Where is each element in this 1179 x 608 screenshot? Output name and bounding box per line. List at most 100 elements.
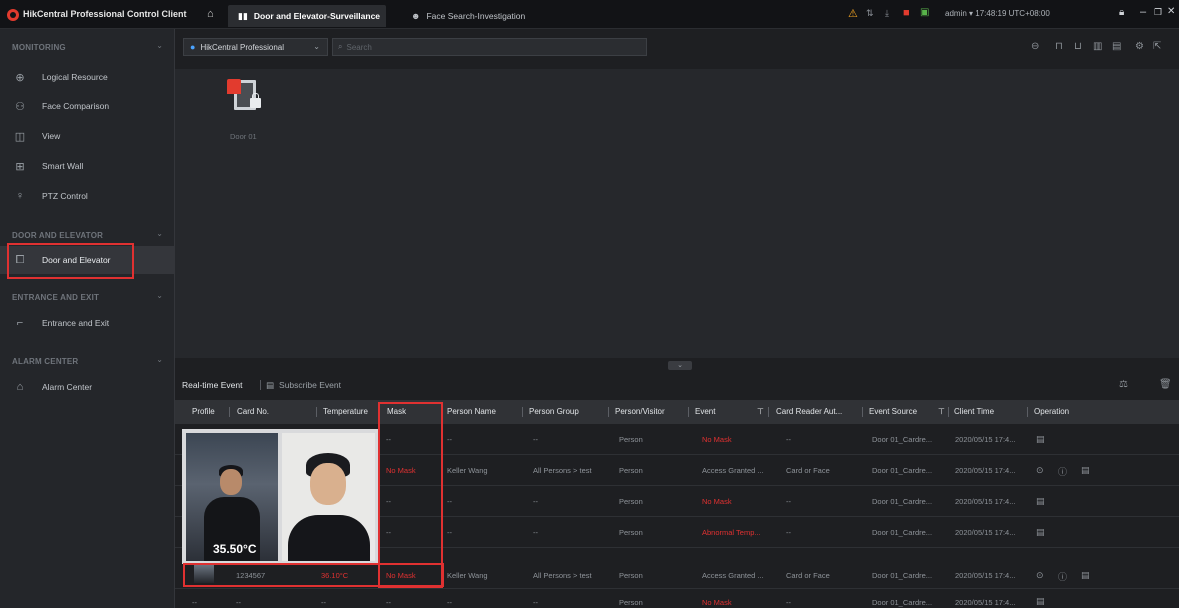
info-icon[interactable]: ⓘ [1058,465,1067,478]
cell-card-reader: -- [786,435,791,444]
tab-face-search-investigation[interactable]: ☻ Face Search-Investigation [401,5,531,27]
search-placeholder: Search [346,42,372,52]
cell-profile: -- [192,598,197,607]
chevron-down-icon: ⌄ [313,42,320,51]
col-event-source: Event Source [869,407,918,416]
view-details-icon[interactable]: ▤ [1081,570,1090,581]
col-separator [768,407,769,417]
barrier-icon: ⌐ [16,317,24,329]
filter-icon[interactable]: ⊤ [938,407,945,416]
cell-event-source: Door 01_Cardre... [872,598,933,607]
col-separator [862,407,863,417]
play-icon[interactable]: ⊙ [1036,570,1044,581]
col-separator [608,407,609,417]
section-alarm-center[interactable]: ALARM CENTER ⌄ [0,351,175,373]
alarm-icon[interactable]: ■ [903,7,910,19]
restore-icon[interactable]: ❐ [1154,7,1162,18]
close-icon[interactable]: ✕ [1167,6,1175,17]
ptz-icon: ♀ [15,190,25,202]
settings-icon[interactable]: ⚙ [1135,41,1144,52]
section-label: ALARM CENTER [12,357,79,366]
sidebar-item-view[interactable]: ◫ View [0,122,175,150]
search-input[interactable]: ⌕ Search [332,38,647,56]
globe-icon: ⊕ [15,71,25,84]
warning-icon[interactable]: ⚠ [848,7,858,20]
collapse-toggle[interactable]: ⌄ [668,361,692,370]
cell-event-source: Door 01_Cardre... [872,571,933,580]
sidebar-item-face-comparison[interactable]: ⚇ Face Comparison [0,92,175,120]
view-details-icon[interactable]: ▤ [1036,527,1045,538]
cell-person-group: -- [533,497,538,506]
cell-person-name: -- [447,528,452,537]
lock-icon[interactable]: 🔒︎ [1119,7,1124,18]
view-details-icon[interactable]: ▤ [1036,434,1045,445]
profile-picture [282,433,375,561]
cell-card-reader: -- [786,528,791,537]
zoom-icon[interactable]: ⊖ [1031,41,1039,52]
door-label: Door 01 [230,132,257,141]
sidebar-item-smart-wall[interactable]: ⊞ Smart Wall [0,152,175,180]
unlock-icon[interactable]: ⊓ [1055,41,1063,52]
search-icon: ⌕ [338,42,343,51]
cell-temperature: -- [321,598,326,607]
cell-event-source: Door 01_Cardre... [872,528,933,537]
sidebar: MONITORING ⌄ ⊕ Logical Resource ⚇ Face C… [0,29,175,608]
sidebar-item-label: Entrance and Exit [42,318,110,328]
cell-person-visitor: Person [619,571,643,580]
cell-card-reader: Card or Face [786,571,830,580]
section-entrance-and-exit[interactable]: ENTRANCE AND EXIT ⌄ [0,287,175,309]
filter-settings-icon[interactable]: ⚖ [1119,379,1128,390]
highlight-box-door-elevator [7,243,134,279]
view-details-icon[interactable]: ▤ [1081,465,1090,476]
remain-closed-icon[interactable]: ▤ [1112,41,1121,52]
col-event: Event [695,407,716,416]
play-icon[interactable]: ⊙ [1036,465,1044,476]
lock-icon [250,93,261,108]
section-monitoring[interactable]: MONITORING ⌄ [0,37,175,59]
sidebar-item-alarm-center[interactable]: ⌂ Alarm Center [0,373,175,401]
image-icon[interactable]: ▣ [920,7,929,18]
sidebar-item-entrance-and-exit[interactable]: ⌐ Entrance and Exit [0,309,175,337]
filter-icon[interactable]: ⊤ [757,407,764,416]
sidebar-item-label: PTZ Control [42,191,88,201]
cell-event: No Mask [702,598,732,607]
cell-person-name: -- [447,598,452,607]
download-icon[interactable]: ⤓ [885,8,889,19]
col-separator [229,407,230,417]
view-details-icon[interactable]: ▤ [1036,496,1045,507]
info-icon[interactable]: ⓘ [1058,570,1067,583]
home-icon[interactable]: ⌂ [207,8,214,20]
cell-event: Abnormal Temp... [702,528,761,537]
lock-icon[interactable]: ⊔ [1074,41,1082,52]
remain-open-icon[interactable]: ▥ [1093,41,1102,52]
view-details-icon[interactable]: ▤ [1036,596,1045,607]
sync-icon[interactable]: ⇅ [866,8,874,19]
tab-realtime-event[interactable]: Real-time Event [182,380,242,390]
cell-card-no: -- [236,598,241,607]
tab-door-elevator-surveillance[interactable]: ▮▮ Door and Elevator-Surveillance [228,5,386,27]
chevron-down-icon: ⌄ [156,41,163,50]
highlight-box-mask-column [378,402,443,588]
cell-person-group: -- [533,435,538,444]
event-tabs-bar: Real-time Event ▤ Subscribe Event ⚖ 🗑︎ [175,370,1179,400]
sidebar-item-label: Alarm Center [42,382,93,392]
panel-splitter: ⌄ [175,358,1179,370]
col-card-no: Card No. [237,407,270,416]
cell-person-visitor: Person [619,435,643,444]
col-person-name: Person Name [447,407,496,416]
minimize-icon[interactable]: – [1140,6,1146,18]
delete-icon[interactable]: 🗑︎ [1159,379,1172,390]
export-icon[interactable]: ⇱ [1153,41,1161,52]
table-row[interactable]: -- -- -- -- -- -- Person No Mask -- Door… [175,589,1179,608]
sidebar-item-ptz-control[interactable]: ♀ PTZ Control [0,182,175,210]
cell-client-time: 2020/05/15 17:4... [955,435,1016,444]
cell-person-visitor: Person [619,466,643,475]
sidebar-item-label: Logical Resource [42,72,108,82]
tab-subscribe-event[interactable]: ▤ Subscribe Event [266,380,341,391]
site-select[interactable]: ● HikCentral Professional ⌄ [183,38,328,56]
tab-label: Subscribe Event [279,380,341,390]
cell-event-source: Door 01_Cardre... [872,466,933,475]
door-canvas [175,69,1179,358]
user-time-info[interactable]: admin ▾ 17:48:19 UTC+08:00 [945,9,1050,18]
sidebar-item-logical-resource[interactable]: ⊕ Logical Resource [0,63,175,91]
